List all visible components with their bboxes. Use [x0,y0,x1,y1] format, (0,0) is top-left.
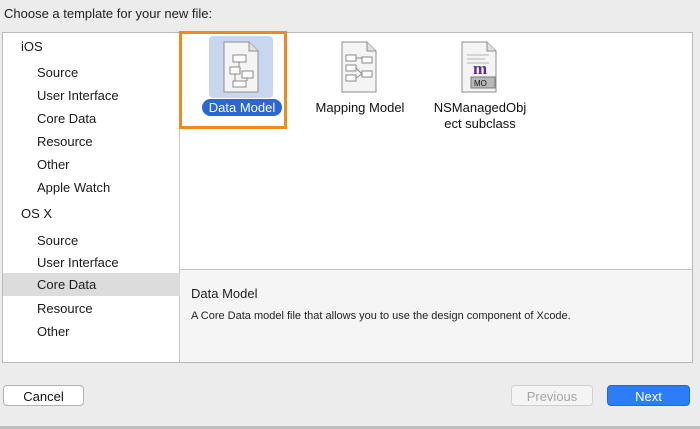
previous-button[interactable]: Previous [511,385,593,406]
description-text: A Core Data model file that allows you t… [191,310,571,322]
svg-text:MO: MO [474,79,487,88]
template-label: NSManagedObj ect subclass [433,100,527,131]
cancel-button[interactable]: Cancel [3,385,84,406]
sidebar-group-ios: iOS [21,39,43,54]
svg-text:m: m [473,59,487,78]
selection-highlight [179,31,287,129]
dialog-heading: Choose a template for your new file: [4,6,213,21]
description-title: Data Model [191,286,258,301]
sidebar-group-osx: OS X [21,206,53,221]
next-button[interactable]: Next [607,385,690,406]
managed-object-icon: m MO [447,36,511,98]
template-label: Mapping Model [315,100,405,115]
platform-sidebar: iOS Source User Interface Core Data Reso… [3,33,213,362]
mapping-model-icon [327,36,391,98]
template-chooser: iOS Source User Interface Core Data Reso… [2,32,693,363]
template-description-panel: Data Model A Core Data model file that a… [180,269,692,362]
